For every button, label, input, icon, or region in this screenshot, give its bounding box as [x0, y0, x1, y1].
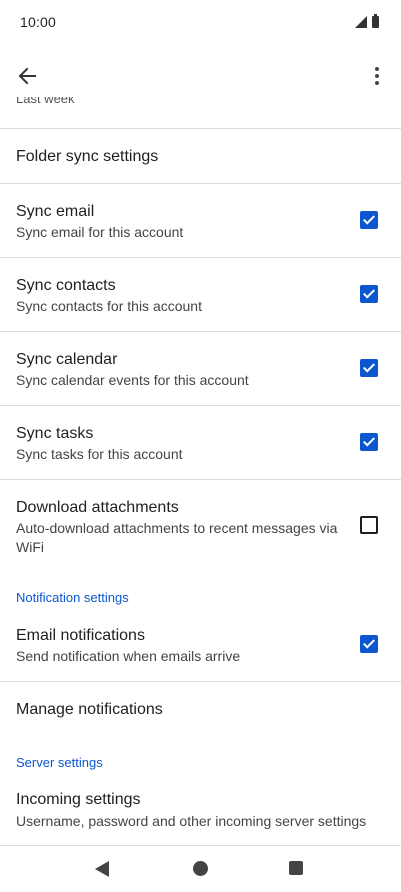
email-notifications-item[interactable]: Email notifications Send notification wh… — [0, 608, 401, 681]
sync-email-title: Sync email — [16, 203, 95, 220]
sync-calendar-item[interactable]: Sync calendar Sync calendar events for t… — [0, 332, 401, 405]
sync-tasks-title: Sync tasks — [16, 425, 94, 442]
nav-home-icon[interactable] — [193, 861, 208, 876]
incoming-settings-subtitle: Username, password and other incoming se… — [16, 813, 367, 829]
sync-tasks-checkbox[interactable] — [360, 433, 378, 451]
status-icons — [355, 14, 379, 28]
sync-contacts-title: Sync contacts — [16, 277, 116, 294]
sync-email-subtitle: Sync email for this account — [16, 224, 184, 240]
nav-recents-icon[interactable] — [289, 861, 303, 875]
signal-icon — [355, 16, 367, 28]
sync-contacts-subtitle: Sync contacts for this account — [16, 298, 202, 314]
incoming-settings-title: Incoming settings — [16, 791, 141, 808]
more-vert-icon-dot — [375, 74, 379, 78]
manage-notifications-item[interactable]: Manage notifications — [0, 682, 401, 736]
arrow-back-icon — [18, 67, 36, 85]
partial-setting-value: Last week — [16, 97, 75, 106]
more-vert-icon-dot — [375, 67, 379, 71]
sync-calendar-title: Sync calendar — [16, 351, 118, 368]
nav-back-icon[interactable] — [95, 861, 109, 877]
download-attachments-item[interactable]: Download attachments Auto-download attac… — [0, 480, 401, 574]
more-options-button[interactable] — [365, 61, 389, 91]
sync-calendar-subtitle: Sync calendar events for this account — [16, 372, 249, 388]
folder-sync-settings-item[interactable]: Folder sync settings — [0, 129, 401, 183]
notification-settings-header: Notification settings — [16, 590, 129, 605]
download-attachments-subtitle: Auto-download attachments to recent mess… — [16, 520, 338, 555]
sync-contacts-checkbox[interactable] — [360, 285, 378, 303]
status-time: 10:00 — [20, 14, 57, 30]
email-notifications-subtitle: Send notification when emails arrive — [16, 648, 241, 664]
battery-icon — [372, 14, 379, 28]
incoming-settings-item[interactable]: Incoming settings Username, password and… — [0, 773, 401, 843]
email-notifications-title: Email notifications — [16, 627, 145, 644]
sync-contacts-item[interactable]: Sync contacts Sync contacts for this acc… — [0, 258, 401, 331]
email-notifications-checkbox[interactable] — [360, 635, 378, 653]
sync-tasks-item[interactable]: Sync tasks Sync tasks for this account — [0, 406, 401, 479]
back-button[interactable] — [12, 61, 42, 91]
more-vert-icon-dot — [375, 81, 379, 85]
folder-sync-settings-label: Folder sync settings — [16, 148, 159, 165]
sync-calendar-checkbox[interactable] — [360, 359, 378, 377]
manage-notifications-label: Manage notifications — [16, 701, 163, 718]
system-navigation-bar — [0, 846, 401, 892]
server-settings-header: Server settings — [16, 755, 103, 770]
download-attachments-title: Download attachments — [16, 499, 179, 516]
sync-email-item[interactable]: Sync email Sync email for this account — [0, 184, 401, 257]
status-bar: 10:00 — [0, 0, 401, 46]
sync-tasks-subtitle: Sync tasks for this account — [16, 446, 183, 462]
download-attachments-checkbox[interactable] — [360, 516, 378, 534]
sync-email-checkbox[interactable] — [360, 211, 378, 229]
